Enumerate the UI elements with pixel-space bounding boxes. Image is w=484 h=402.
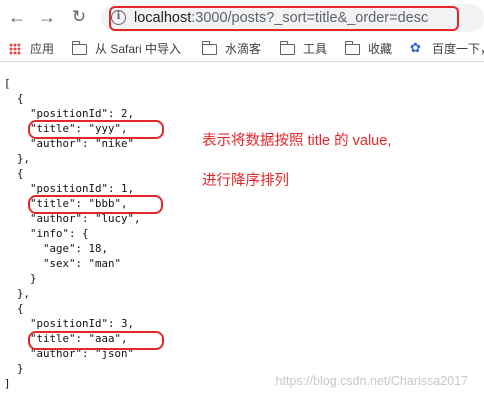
bookmark-label: 百度一下， — [432, 42, 484, 56]
json-line: "positionId": 3, — [4, 317, 135, 330]
back-arrow-icon[interactable]: ← — [6, 6, 28, 28]
annotation-line-2: 进行降序排列 — [202, 173, 289, 189]
json-line: ] — [4, 377, 11, 390]
bookmark-label: 应用 — [30, 42, 55, 56]
bookmark-apps[interactable]: 应用 — [9, 41, 54, 57]
json-line: }, — [4, 152, 31, 165]
json-line: "age": 18, — [4, 242, 109, 255]
bookmark-baidu[interactable]: ✿ 百度一下， — [410, 41, 484, 57]
json-line: }, — [4, 287, 31, 300]
json-line: { — [4, 302, 24, 315]
bookmark-label: 工具 — [303, 42, 328, 56]
json-line: "sex": "man" — [4, 257, 122, 270]
bookmark-label: 收藏 — [368, 42, 393, 56]
bookmark-folder-tools[interactable]: 工具 — [279, 41, 328, 57]
bookmarks-bar: 应用 从 Safari 中导入 水滴客 工具 收藏 ✿ 百度一下， — [0, 37, 484, 62]
apps-icon — [9, 43, 21, 55]
bookmark-label: 从 Safari 中导入 — [95, 42, 182, 56]
json-line: { — [4, 167, 24, 180]
title-highlight-box — [28, 120, 164, 139]
paw-icon: ✿ — [410, 40, 421, 55]
bookmark-folder-favorites[interactable]: 收藏 — [344, 41, 393, 57]
json-line: "positionId": 1, — [4, 182, 135, 195]
json-line: "info": { — [4, 227, 89, 240]
title-highlight-box — [28, 331, 164, 350]
json-line: } — [4, 272, 37, 285]
folder-icon — [201, 41, 217, 55]
bookmark-folder-safari-import[interactable]: 从 Safari 中导入 — [71, 41, 182, 57]
folder-icon — [279, 41, 295, 55]
folder-icon — [71, 41, 87, 55]
forward-arrow-icon[interactable]: → — [36, 6, 58, 28]
reload-icon[interactable]: ↻ — [68, 6, 90, 28]
annotation-line-1: 表示将数据按照 title 的 value, — [202, 133, 392, 149]
browser-toolbar: ← → ↻ i localhost:3000/posts?_sort=title… — [0, 0, 484, 36]
json-line: { — [4, 92, 24, 105]
title-highlight-box — [28, 195, 163, 214]
url-highlight-box — [109, 6, 459, 31]
folder-icon — [344, 41, 360, 55]
bookmark-folder-shuidike[interactable]: 水滴客 — [201, 41, 262, 57]
json-line: "positionId": 2, — [4, 107, 135, 120]
json-line: } — [4, 362, 24, 375]
bookmark-label: 水滴客 — [225, 42, 262, 56]
watermark: https://blog.csdn.net/Charissa2017 — [275, 374, 468, 388]
json-line: [ — [4, 77, 11, 90]
